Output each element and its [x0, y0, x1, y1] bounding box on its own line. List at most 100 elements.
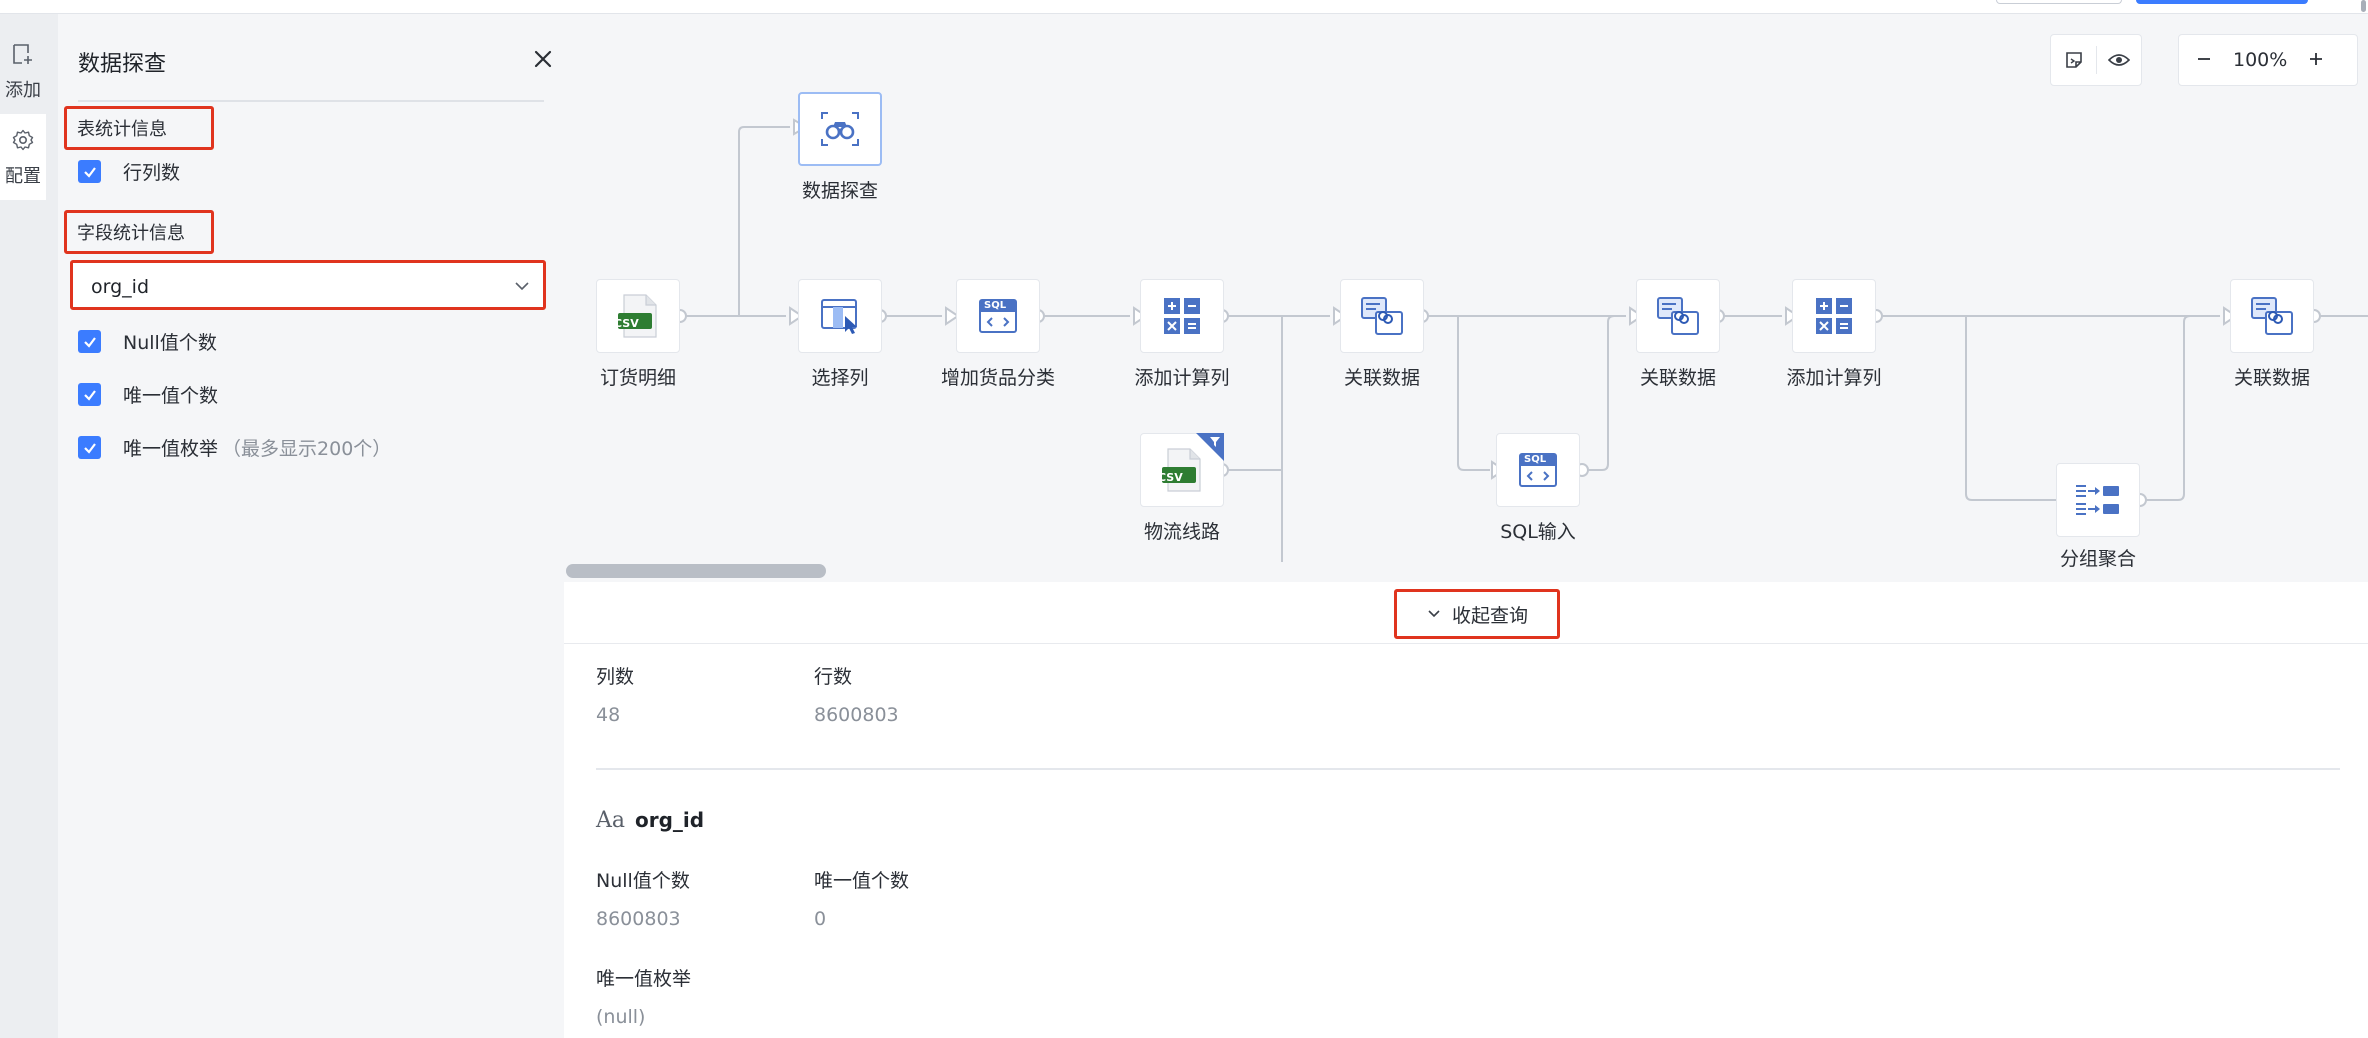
node-order-detail-label: 订货明细 — [599, 367, 676, 389]
node-join-2[interactable] — [1636, 279, 1720, 353]
field-heading: Aa org_id — [596, 808, 704, 833]
note-icon — [2065, 52, 2082, 68]
eye-icon — [2107, 54, 2130, 66]
select-column-icon — [821, 299, 857, 334]
panel-title: 数据探查 — [78, 52, 167, 77]
collapse-query-button[interactable]: 收起查询 — [1394, 589, 1560, 639]
canvas-tool-group — [2050, 34, 2142, 86]
check-icon — [83, 389, 96, 401]
row-count-value: 8600803 — [814, 704, 899, 726]
top-toolbar — [0, 0, 2368, 14]
collapse-query-label: 收起查询 — [1451, 604, 1528, 627]
col-count-value: 48 — [596, 704, 621, 726]
rail-config-button[interactable]: 配置 — [0, 114, 46, 200]
unique-enum-result-label: 唯一值枚举 — [596, 968, 692, 990]
check-icon — [83, 336, 96, 348]
top-primary-button[interactable] — [2136, 0, 2308, 4]
chevron-down-icon — [1428, 610, 1440, 618]
collapse-bar: 收起查询 — [564, 582, 2368, 644]
close-icon — [534, 50, 552, 68]
row-count-label: 行数 — [814, 666, 853, 688]
text-type-icon: Aa — [596, 808, 626, 833]
check-icon — [83, 166, 96, 178]
node-sql-input[interactable]: SQL — [1496, 433, 1580, 507]
node-add-calc-1[interactable] — [1140, 279, 1224, 353]
unique-enum-label: 唯一值枚举 — [123, 438, 219, 460]
preview-button[interactable] — [2097, 52, 2141, 68]
node-sql-input-label: SQL输入 — [1500, 521, 1576, 543]
results-divider — [596, 768, 2340, 770]
join-icon — [1361, 297, 1403, 335]
null-count-checkbox-row[interactable]: Null值个数 — [78, 328, 217, 355]
node-order-detail[interactable]: CSV — [596, 279, 680, 353]
zoom-controls: 100% — [2178, 34, 2358, 86]
add-node-icon — [13, 44, 32, 64]
calculator-icon — [1164, 298, 1200, 334]
gear-icon — [12, 129, 34, 151]
node-data-explore[interactable] — [798, 92, 882, 166]
plus-icon — [2310, 52, 2323, 65]
group-aggregate-icon — [2076, 485, 2119, 515]
node-add-category-label: 增加货品分类 — [940, 367, 1055, 389]
table-stats-title: 表统计信息 — [64, 106, 214, 150]
panel-divider — [78, 100, 544, 102]
query-results: 收起查询 列数 48 行数 8600803 Aa org_id Null值个数 … — [564, 582, 2368, 1038]
close-button[interactable] — [528, 44, 558, 74]
canvas-horizontal-scrollbar[interactable] — [566, 564, 826, 578]
top-secondary-button[interactable] — [1996, 0, 2122, 4]
rail-add-button[interactable]: 添加 — [0, 28, 46, 110]
note-button[interactable] — [2051, 50, 2096, 70]
field-name: org_id — [635, 808, 705, 832]
node-group-aggregate-label: 分组聚合 — [2059, 548, 2136, 570]
node-group-aggregate[interactable] — [2056, 463, 2140, 537]
node-join-3-label: 关联数据 — [2233, 367, 2310, 389]
null-count-result-label: Null值个数 — [596, 870, 690, 892]
csv-badge: CSV — [1158, 471, 1183, 484]
zoom-in-button[interactable] — [2309, 51, 2323, 70]
null-count-result-value: 8600803 — [596, 908, 681, 930]
sql-badge: SQL — [984, 300, 1007, 311]
zoom-out-button[interactable] — [2197, 51, 2211, 70]
minus-icon — [2198, 57, 2210, 60]
node-data-explore-label: 数据探查 — [801, 180, 878, 202]
csv-badge: CSV — [614, 317, 639, 330]
node-add-calc-2[interactable] — [1792, 279, 1876, 353]
join-icon — [1657, 297, 1699, 335]
unique-count-label: 唯一值个数 — [123, 385, 219, 407]
calculator-icon — [1816, 298, 1852, 334]
sql-badge: SQL — [1524, 454, 1547, 465]
node-add-category[interactable]: SQL — [956, 279, 1040, 353]
unique-enum-checkbox-row[interactable]: 唯一值枚举 （最多显示200个） — [78, 434, 391, 461]
workflow-canvas[interactable]: 100% 数据探查 CSV 订货明细 选择列 SQL 增加货品分类 添加计算列 … — [564, 14, 2368, 582]
row-col-checkbox[interactable] — [78, 160, 101, 183]
filter-corner-icon — [1196, 433, 1224, 461]
col-count-label: 列数 — [596, 666, 635, 688]
row-col-label: 行列数 — [123, 162, 181, 184]
node-add-calc-1-label: 添加计算列 — [1134, 367, 1230, 389]
join-icon — [2251, 297, 2293, 335]
field-select[interactable]: org_id — [70, 260, 546, 310]
null-count-checkbox[interactable] — [78, 330, 101, 353]
unique-enum-note: （最多显示200个） — [222, 438, 392, 460]
field-select-value: org_id — [91, 276, 150, 298]
node-logistics-label: 物流线路 — [1143, 521, 1220, 543]
top-scrollbar[interactable] — [2361, 0, 2366, 12]
unique-count-checkbox[interactable] — [78, 383, 101, 406]
node-join-1[interactable] — [1340, 279, 1424, 353]
binoculars-icon — [821, 112, 859, 146]
node-join-3[interactable] — [2230, 279, 2314, 353]
unique-enum-checkbox[interactable] — [78, 436, 101, 459]
node-add-calc-2-label: 添加计算列 — [1786, 367, 1882, 389]
left-rail: 添加 配置 — [0, 14, 58, 1038]
unique-count-checkbox-row[interactable]: 唯一值个数 — [78, 381, 218, 408]
zoom-level: 100% — [2233, 49, 2288, 71]
node-select-column-label: 选择列 — [811, 367, 869, 389]
row-col-checkbox-row[interactable]: 行列数 — [78, 158, 180, 185]
check-icon — [83, 442, 96, 454]
node-select-column[interactable] — [798, 279, 882, 353]
rail-add-label: 添加 — [5, 80, 41, 101]
node-logistics[interactable]: CSV — [1140, 433, 1224, 507]
unique-enum-result-value: (null) — [596, 1006, 646, 1028]
node-join-1-label: 关联数据 — [1343, 367, 1420, 389]
node-join-2-label: 关联数据 — [1639, 367, 1716, 389]
